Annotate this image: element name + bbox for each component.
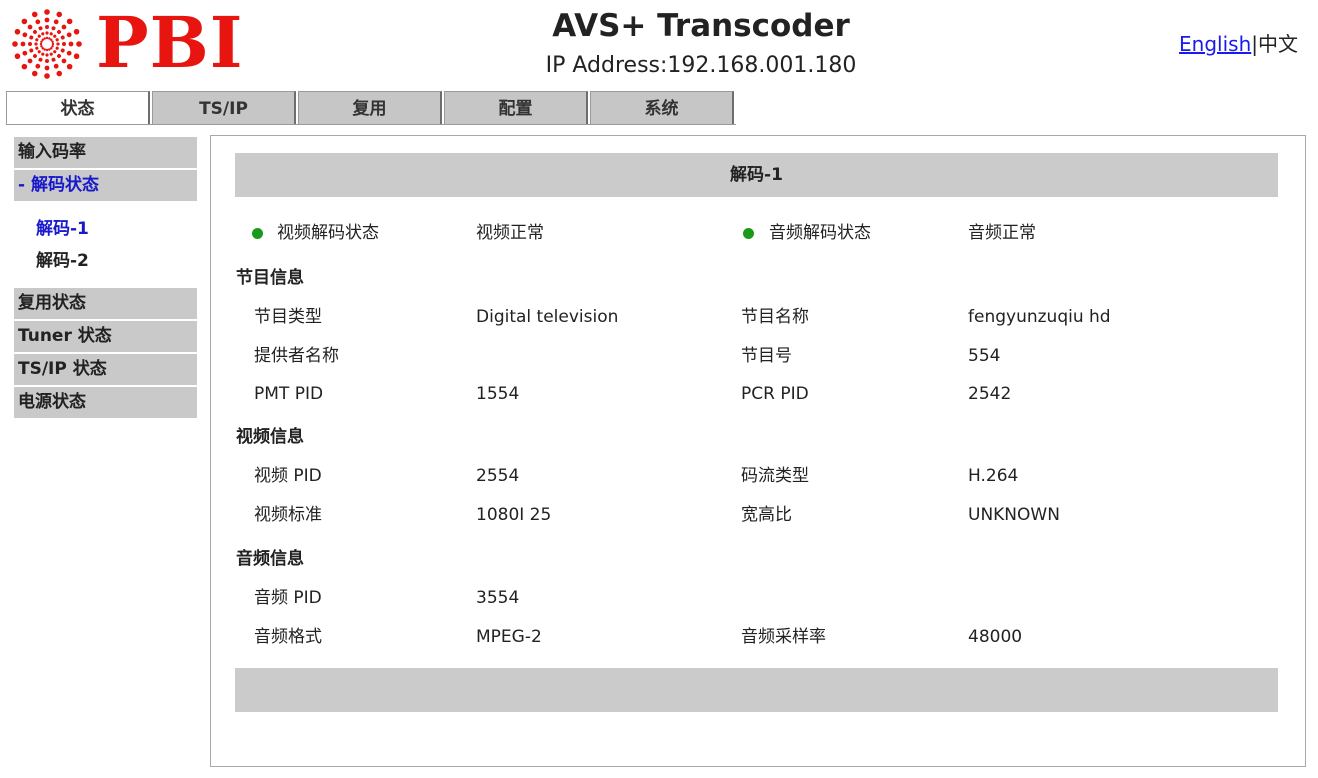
ip-address: IP Address:192.168.001.180 [0,51,1318,81]
tab-mux[interactable]: 复用 [298,91,442,125]
program-name-value: fengyunzuqiu hd [968,307,1111,327]
video-standard-label: 视频标准 [254,505,322,525]
aspect-ratio-value: UNKNOWN [968,505,1060,525]
tab-tsip[interactable]: TS/IP [152,91,296,125]
sidebar-item-mux-status[interactable]: 复用状态 [14,288,197,319]
stream-type-label: 码流类型 [741,466,809,486]
audio-decode-label: 音频解码状态 [769,223,871,243]
tab-divider [6,124,736,125]
info-row: 视频标准 1080I 25 宽高比 UNKNOWN [211,500,1305,530]
sidebar-sub-decode-2[interactable]: 解码-2 [14,245,197,277]
tab-config[interactable]: 配置 [444,91,588,125]
pmt-pid-label: PMT PID [254,384,324,404]
audio-pid-label: 音频 PID [254,588,322,608]
pcr-pid-label: PCR PID [741,384,809,404]
section-audio-info: 音频信息 [236,549,304,569]
video-decode-value: 视频正常 [476,223,544,243]
sidebar-item-tuner-status[interactable]: Tuner 状态 [14,321,197,352]
tab-status[interactable]: 状态 [6,91,150,125]
video-ok-indicator-icon [252,228,263,239]
program-type-label: 节目类型 [254,307,322,327]
program-type-value: Digital television [476,307,619,327]
section-program-info: 节目信息 [236,268,304,288]
info-row: 音频格式 MPEG-2 音频采样率 48000 [211,622,1305,652]
lang-english-link[interactable]: English [1179,32,1251,56]
info-row: PMT PID 1554 PCR PID 2542 [211,379,1305,409]
video-pid-label: 视频 PID [254,466,322,486]
audio-format-value: MPEG-2 [476,627,542,647]
audio-pid-value: 3554 [476,588,520,608]
sidebar-item-tsip-status[interactable]: TS/IP 状态 [14,354,197,385]
sidebar-sub-decode-1[interactable]: 解码-1 [14,213,197,245]
stream-type-value: H.264 [968,466,1019,486]
panel-footer-bar [235,668,1278,712]
info-row: 音频 PID 3554 [211,583,1305,613]
audio-format-label: 音频格式 [254,627,322,647]
tab-system[interactable]: 系统 [590,91,734,125]
program-name-label: 节目名称 [741,307,809,327]
sample-rate-value: 48000 [968,627,1023,647]
video-standard-value: 1080I 25 [476,505,552,525]
panel-title: 解码-1 [235,153,1278,197]
pcr-pid-value: 2542 [968,384,1012,404]
sidebar: 输入码率 - 解码状态 解码-1 解码-2 复用状态 Tuner 状态 TS/I… [14,137,197,420]
page-title: AVS+ Transcoder [552,8,850,44]
section-video-info: 视频信息 [236,427,304,447]
decode-status-row: 视频解码状态 视频正常 音频解码状态 音频正常 [211,218,1305,248]
audio-decode-value: 音频正常 [968,223,1036,243]
sidebar-item-decode-status[interactable]: - 解码状态 [14,170,197,201]
content-panel: 解码-1 视频解码状态 视频正常 音频解码状态 音频正常 节目信息 节目类型 D… [210,135,1306,767]
video-decode-label: 视频解码状态 [277,223,379,243]
info-row: 提供者名称 节目号 554 [211,341,1305,371]
sidebar-item-input-rate[interactable]: 输入码率 [14,137,197,168]
pmt-pid-value: 1554 [476,384,520,404]
provider-label: 提供者名称 [254,346,339,366]
lang-chinese-link[interactable]: 中文 [1258,32,1298,56]
ip-label: IP Address: [545,53,668,78]
ip-value: 192.168.001.180 [667,53,857,78]
video-pid-value: 2554 [476,466,520,486]
lang-separator: | [1251,32,1258,56]
info-row: 节目类型 Digital television 节目名称 fengyunzuqi… [211,302,1305,332]
audio-ok-indicator-icon [743,228,754,239]
aspect-ratio-label: 宽高比 [741,505,792,525]
main-tabs: 状态 TS/IP 复用 配置 系统 [6,91,736,125]
language-switcher: English|中文 [1179,31,1298,57]
sample-rate-label: 音频采样率 [741,627,826,647]
program-number-value: 554 [968,346,1001,366]
info-row: 视频 PID 2554 码流类型 H.264 [211,461,1305,491]
sidebar-item-power-status[interactable]: 电源状态 [14,387,197,418]
program-number-label: 节目号 [741,346,792,366]
